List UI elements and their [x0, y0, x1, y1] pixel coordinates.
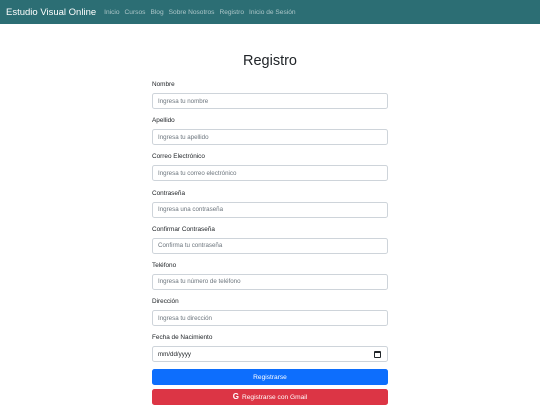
label-correo: Correo Electrónico [152, 153, 205, 161]
direccion-input[interactable]: Ingresa tu dirección [152, 310, 388, 327]
field-confirmar-contrasena: Confirmar Contraseña Confirma tu contras… [152, 224, 388, 260]
google-icon: G [232, 392, 239, 401]
register-button[interactable]: Registrarse [152, 369, 388, 385]
apellido-input[interactable]: Ingresa tu apellido [152, 129, 388, 146]
field-apellido: Apellido Ingresa tu apellido [152, 115, 388, 151]
field-telefono: Teléfono Ingresa tu número de teléfono [152, 260, 388, 296]
registration-form: Nombre Ingresa tu nombre Apellido Ingres… [152, 79, 388, 369]
nav-link-blog[interactable]: Blog [150, 9, 163, 16]
register-gmail-button[interactable]: G Registrarse con Gmail [152, 389, 388, 405]
fecha-nacimiento-input[interactable]: mm/dd/yyyy [152, 346, 388, 363]
field-contrasena: Contraseña Ingresa una contraseña [152, 188, 388, 224]
navbar: Estudio Visual Online Inicio Cursos Blog… [0, 0, 540, 24]
confirmar-contrasena-input[interactable]: Confirma tu contraseña [152, 237, 388, 254]
label-apellido: Apellido [152, 117, 175, 125]
nav-link-registro[interactable]: Registro [219, 9, 244, 16]
label-confirmar-contrasena: Confirmar Contraseña [152, 225, 215, 233]
field-correo: Correo Electrónico Ingresa tu correo ele… [152, 151, 388, 187]
navbar-brand[interactable]: Estudio Visual Online [6, 7, 96, 18]
nav-link-inicio[interactable]: Inicio [104, 9, 119, 16]
correo-input[interactable]: Ingresa tu correo electrónico [152, 165, 388, 182]
nav-link-sobre-nosotros[interactable]: Sobre Nosotros [169, 9, 215, 16]
label-contrasena: Contraseña [152, 189, 186, 197]
nav-link-inicio-sesion[interactable]: Inicio de Sesión [249, 9, 296, 16]
label-nombre: Nombre [152, 81, 175, 88]
contrasena-input[interactable]: Ingresa una contraseña [152, 201, 388, 218]
label-fecha-nacimiento: Fecha de Nacimiento [152, 334, 213, 342]
register-button-label: Registrarse [253, 373, 287, 381]
label-direccion: Dirección [152, 298, 179, 306]
field-nombre: Nombre Ingresa tu nombre [152, 79, 388, 115]
field-direccion: Dirección Ingresa tu dirección [152, 296, 388, 332]
nav-links: Inicio Cursos Blog Sobre Nosotros Regist… [104, 9, 300, 16]
calendar-icon[interactable] [374, 350, 381, 358]
field-fecha-nacimiento: Fecha de Nacimiento mm/dd/yyyy [152, 332, 388, 368]
register-gmail-label: Registrarse con Gmail [242, 393, 308, 401]
date-placeholder: mm/dd/yyyy [158, 350, 192, 358]
telefono-input[interactable]: Ingresa tu número de teléfono [152, 273, 388, 290]
nombre-input[interactable]: Ingresa tu nombre [152, 93, 388, 109]
label-telefono: Teléfono [152, 261, 177, 269]
nav-link-cursos[interactable]: Cursos [125, 9, 146, 16]
page-title: Registro [243, 53, 297, 69]
